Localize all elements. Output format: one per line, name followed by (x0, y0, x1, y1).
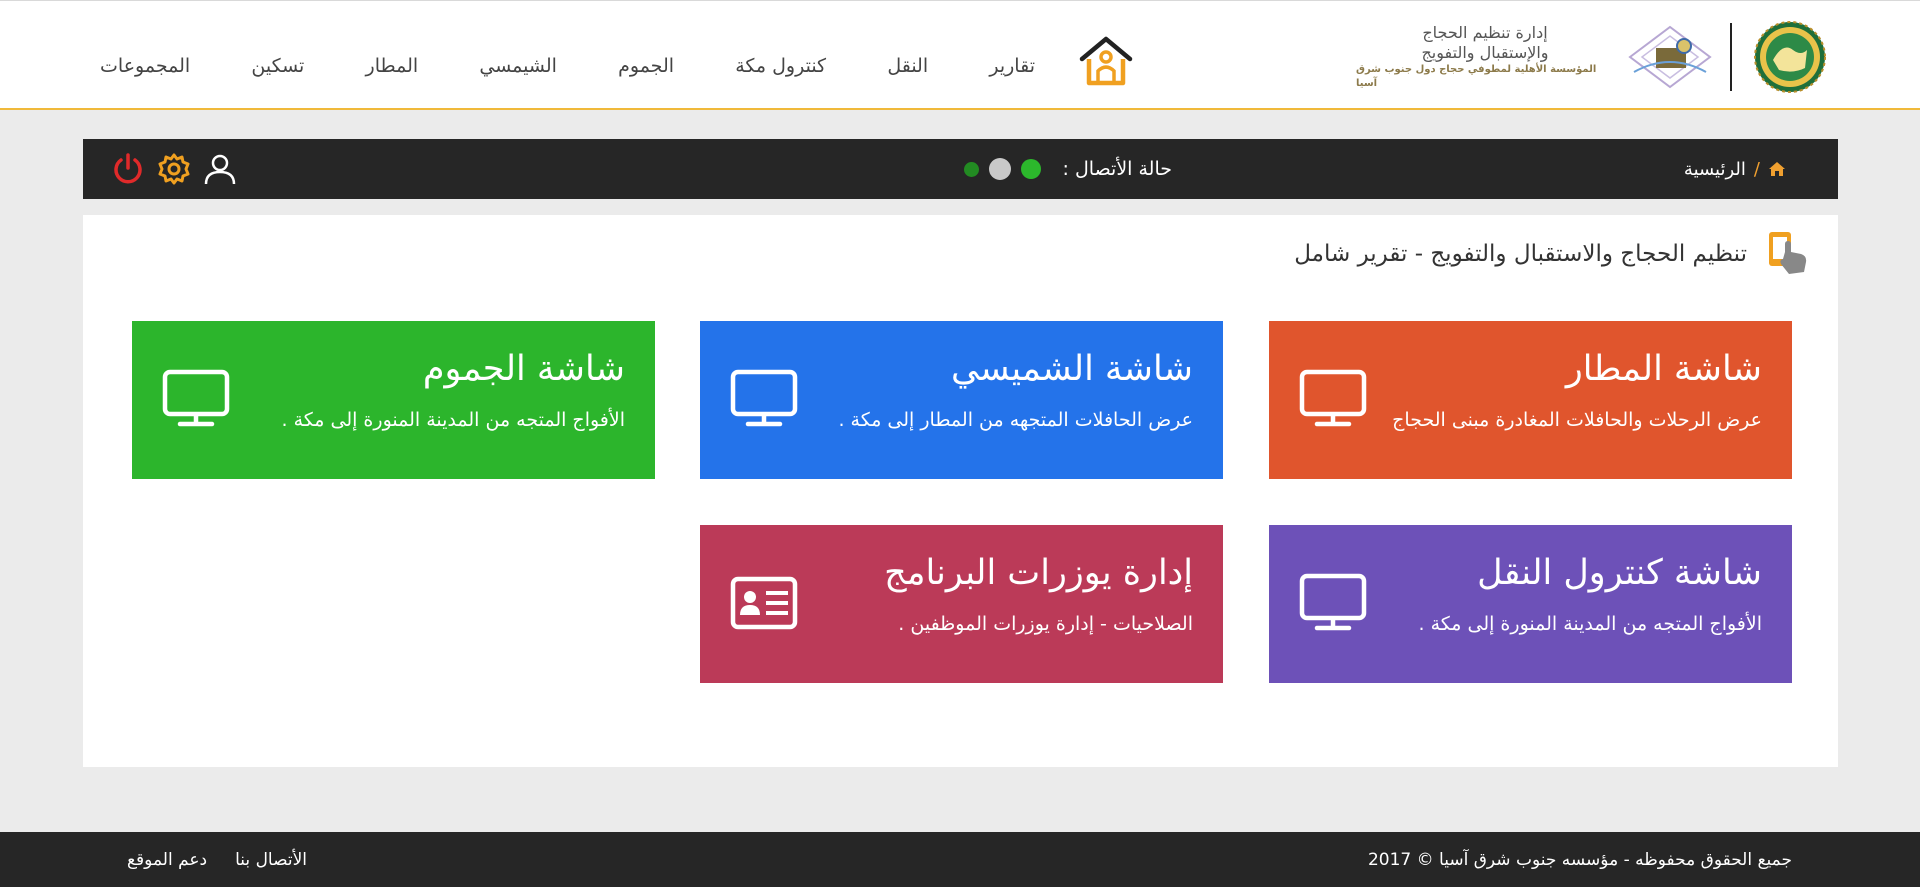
brand-separator (1730, 23, 1732, 91)
monitor-icon (1299, 369, 1367, 429)
home-icon[interactable] (1768, 160, 1786, 178)
power-icon[interactable] (110, 151, 146, 187)
breadcrumb-home-link[interactable]: الرئيسية (1684, 159, 1746, 180)
nav-item-airport[interactable]: المطار (366, 55, 419, 77)
nav-item-transport[interactable]: النقل (887, 55, 928, 77)
brand-organization: المؤسسة الأهلية لمطوفي حجاج دول جنوب شرق… (1356, 64, 1597, 89)
breadcrumb: / الرئيسية (1684, 139, 1786, 199)
tap-screen-icon (1765, 230, 1813, 278)
nav-item-jumum[interactable]: الجموم (618, 55, 674, 77)
tile-title: شاشة المطار (1565, 349, 1762, 389)
nav-item-housing[interactable]: تسكين (251, 55, 304, 77)
tile-jumum-screen[interactable]: شاشة الجموم الأفواج المتجه من المدينة ال… (132, 321, 655, 479)
tile-transport-control-screen[interactable]: شاشة كنترول النقل الأفواج المتجه من المد… (1269, 525, 1792, 683)
status-toolbar: / الرئيسية حالة الأتصال : (83, 139, 1838, 199)
nav-item-groups[interactable]: المجموعات (100, 55, 190, 77)
tile-description: الأفواج المتجه من المدينة المنورة إلى مك… (1418, 613, 1762, 635)
tile-user-management[interactable]: إدارة يوزرات البرنامج الصلاحيات - إدارة … (700, 525, 1223, 683)
brand-title: إدارة تنظيم الحجاج (1422, 23, 1548, 42)
brand-subtitle: والإستقبال والتفويج (1421, 43, 1549, 62)
connection-status-label: حالة الأتصال : (1062, 158, 1172, 180)
tile-description: عرض الرحلات والحافلات المغادرة مبنى الحج… (1392, 409, 1762, 431)
tile-title: شاشة الجموم (422, 349, 625, 389)
tile-title: شاشة الشميسي (950, 349, 1193, 389)
section-title: تنظيم الحجاج والاستقبال والتفويج - تقرير… (1294, 241, 1747, 267)
copyright-text: جميع الحقوق محفوظه - مؤسسه جنوب شرق آسيا… (1367, 849, 1792, 870)
tile-shumaisi-screen[interactable]: شاشة الشميسي عرض الحافلات المتجهه من الم… (700, 321, 1223, 479)
page-footer: جميع الحقوق محفوظه - مؤسسه جنوب شرق آسيا… (0, 832, 1920, 887)
tile-description: الصلاحيات - إدارة يوزرات الموظفين . (898, 613, 1193, 635)
nav-item-makkah-control[interactable]: كنترول مكة (735, 55, 826, 77)
monitor-icon (162, 369, 230, 429)
status-dot-online (1020, 159, 1041, 179)
monitor-icon (1299, 573, 1367, 633)
breadcrumb-separator: / (1753, 158, 1760, 180)
main-navigation: المجموعات تسكين المطار الشيمسي الجموم كن… (100, 51, 1035, 81)
brand-text: إدارة تنظيم الحجاج والإستقبال والتفويج ا… (1356, 23, 1614, 91)
monitor-icon (730, 369, 798, 429)
connection-status: حالة الأتصال : (867, 139, 1172, 199)
section-header: تنظيم الحجاج والاستقبال والتفويج - تقرير… (1294, 229, 1813, 279)
dashboard-panel: تنظيم الحجاج والاستقبال والتفويج - تقرير… (83, 215, 1838, 767)
brand-block[interactable]: إدارة تنظيم الحجاج والإستقبال والتفويج ا… (1356, 19, 1838, 95)
tile-title: شاشة كنترول النقل (1477, 553, 1762, 593)
nav-item-reports[interactable]: تقارير (989, 55, 1035, 77)
gear-icon[interactable] (156, 151, 192, 187)
footer-link-support[interactable]: دعم الموقع (127, 850, 207, 870)
organization-seal-icon (1620, 19, 1720, 95)
toolbar-actions (110, 149, 240, 189)
nav-item-shumaisi[interactable]: الشيمسي (479, 55, 557, 77)
tile-description: الأفواج المتجه من المدينة المنورة إلى مك… (281, 409, 625, 431)
tile-description: عرض الحافلات المتجهه من المطار إلى مكة . (838, 409, 1193, 431)
status-dot-dark (963, 161, 979, 177)
home-logo-icon[interactable] (1076, 31, 1136, 91)
tile-title: إدارة يوزرات البرنامج (884, 553, 1193, 593)
top-header: إدارة تنظيم الحجاج والإستقبال والتفويج ا… (0, 0, 1920, 110)
tile-airport-screen[interactable]: شاشة المطار عرض الرحلات والحافلات المغاد… (1269, 321, 1792, 479)
id-card-icon (730, 573, 798, 633)
status-dot-idle (988, 158, 1011, 180)
footer-links: دعم الموقع الأتصال بنا (127, 832, 307, 887)
footer-link-contact[interactable]: الأتصال بنا (235, 850, 307, 870)
user-icon[interactable] (202, 151, 238, 187)
institution-emblem-icon (1742, 19, 1838, 95)
